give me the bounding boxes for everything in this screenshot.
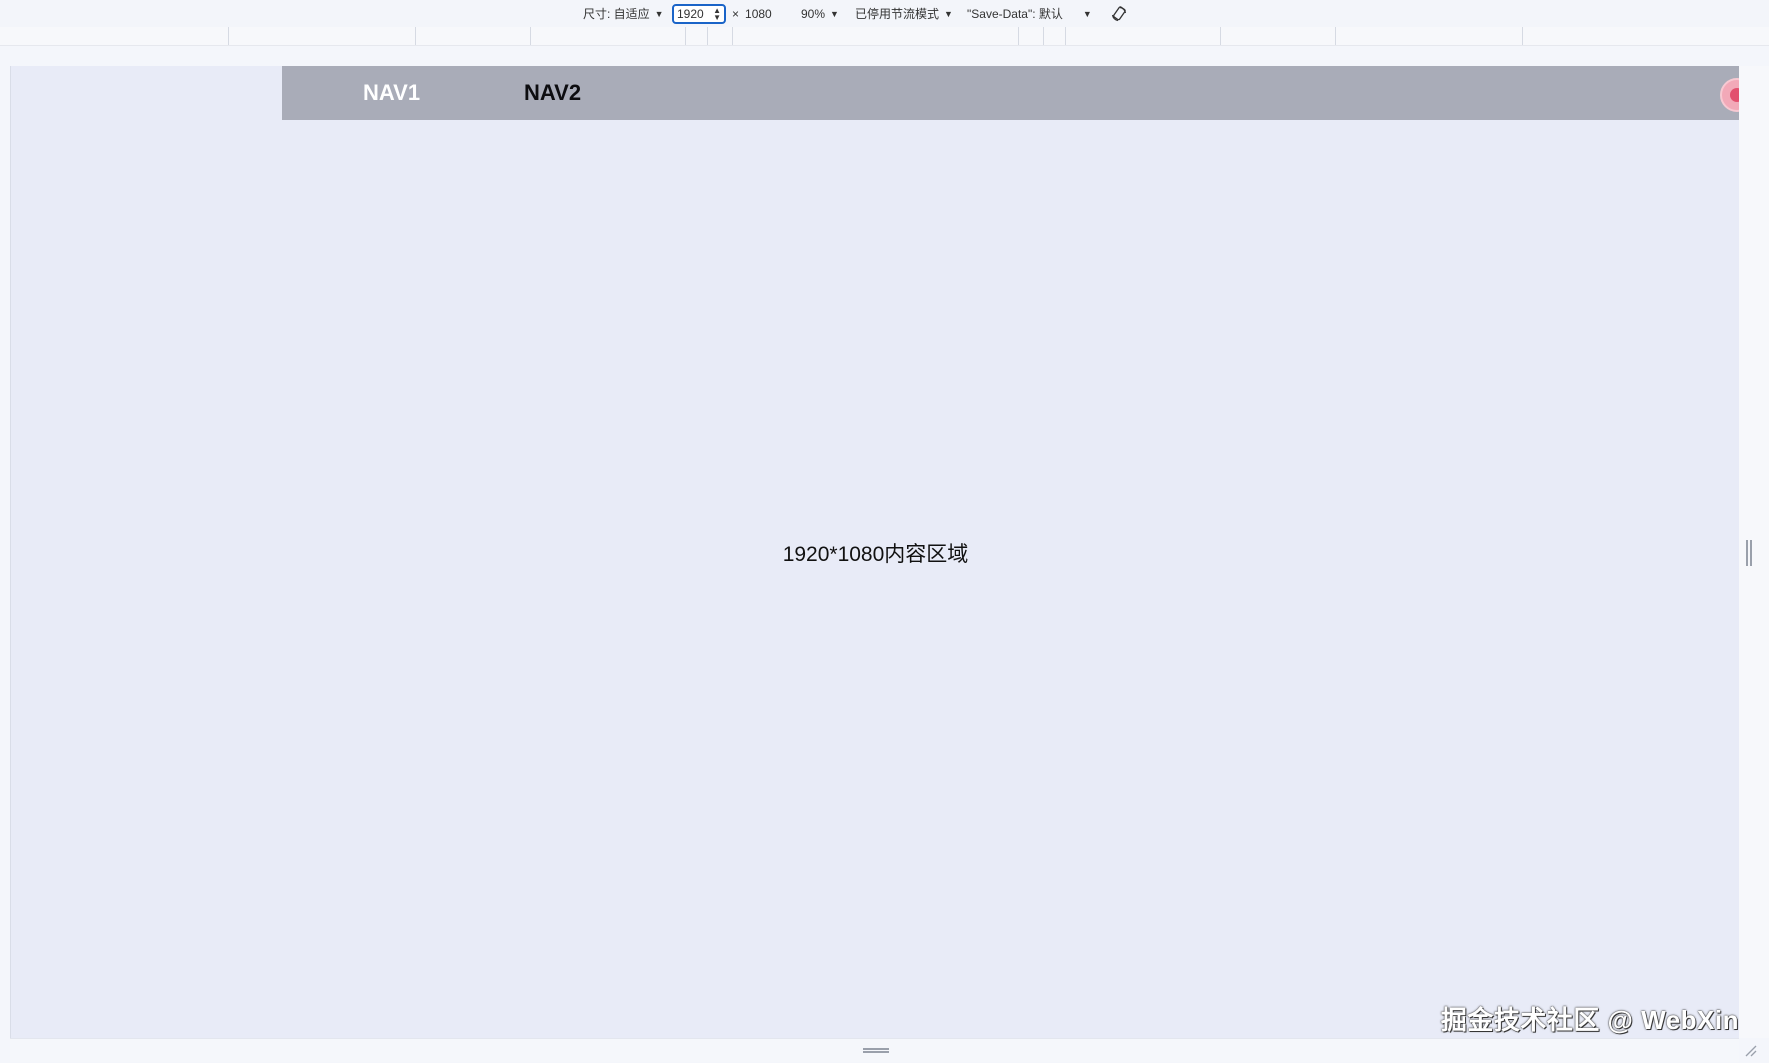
mq-segment[interactable]	[1220, 27, 1221, 45]
caret-down-icon: ▼	[1082, 8, 1092, 19]
right-gutter	[1739, 66, 1769, 1038]
dimensions-dropdown[interactable]: 尺寸: 自适应 ▼	[583, 0, 664, 27]
mq-segment[interactable]	[1043, 27, 1044, 45]
device-toolbar: 尺寸: 自适应 ▼ 1920 ▲ ▼ × 1080 90% ▼ 已停用节流模式 ▼…	[0, 0, 1769, 28]
zoom-dropdown[interactable]: 90% ▼	[801, 0, 839, 27]
media-query-bar[interactable]	[0, 27, 1769, 46]
caret-down-icon: ▼	[654, 8, 664, 19]
mq-segment[interactable]	[732, 27, 733, 45]
throttle-label: 已停用节流模式	[855, 7, 940, 21]
times-sign: ×	[732, 6, 740, 21]
nav-bar: NAV1 NAV2	[282, 66, 1754, 120]
mq-segment[interactable]	[685, 27, 686, 45]
content-area-label: 1920*1080内容区域	[782, 543, 969, 566]
throttle-dropdown[interactable]: 已停用节流模式 ▼	[855, 0, 953, 27]
mq-segment[interactable]	[707, 27, 708, 45]
zoom-label: 90%	[801, 6, 826, 21]
rotate-icon[interactable]	[1110, 0, 1128, 27]
corner-resize-icon[interactable]	[1744, 1044, 1758, 1063]
stepper-icon[interactable]: ▲ ▼	[713, 6, 721, 21]
dimensions-label: 尺寸: 自适应	[583, 7, 650, 21]
mq-segment[interactable]	[415, 27, 416, 45]
nav-item-nav2[interactable]: NAV2	[524, 66, 581, 120]
mq-segment[interactable]	[530, 27, 531, 45]
nav-item-nav1[interactable]: NAV1	[363, 66, 420, 120]
resize-handle-bottom[interactable]	[863, 1048, 889, 1053]
width-input[interactable]: 1920 ▲ ▼	[672, 3, 726, 24]
mq-segment[interactable]	[228, 27, 229, 45]
width-field-wrap: 1920 ▲ ▼ × 1080	[672, 0, 791, 27]
height-input[interactable]: 1080	[745, 7, 791, 21]
mq-segment[interactable]	[1018, 27, 1019, 45]
save-data-label: "Save-Data": 默认	[967, 7, 1063, 21]
mq-segment[interactable]	[1065, 27, 1066, 45]
resize-handle-right[interactable]	[1746, 540, 1752, 566]
save-data-dropdown[interactable]: "Save-Data": 默认 ▼	[967, 0, 1092, 27]
mq-segment[interactable]	[1522, 27, 1523, 45]
width-value: 1920	[677, 6, 704, 21]
emulated-viewport: NAV1 NAV2 1920*1080内容区域	[10, 66, 1754, 1038]
watermark: 掘金技术社区 @ WebXin	[1440, 1005, 1739, 1035]
mq-segment[interactable]	[1335, 27, 1336, 45]
caret-down-icon: ▼	[944, 8, 953, 19]
caret-down-icon: ▼	[830, 8, 839, 19]
